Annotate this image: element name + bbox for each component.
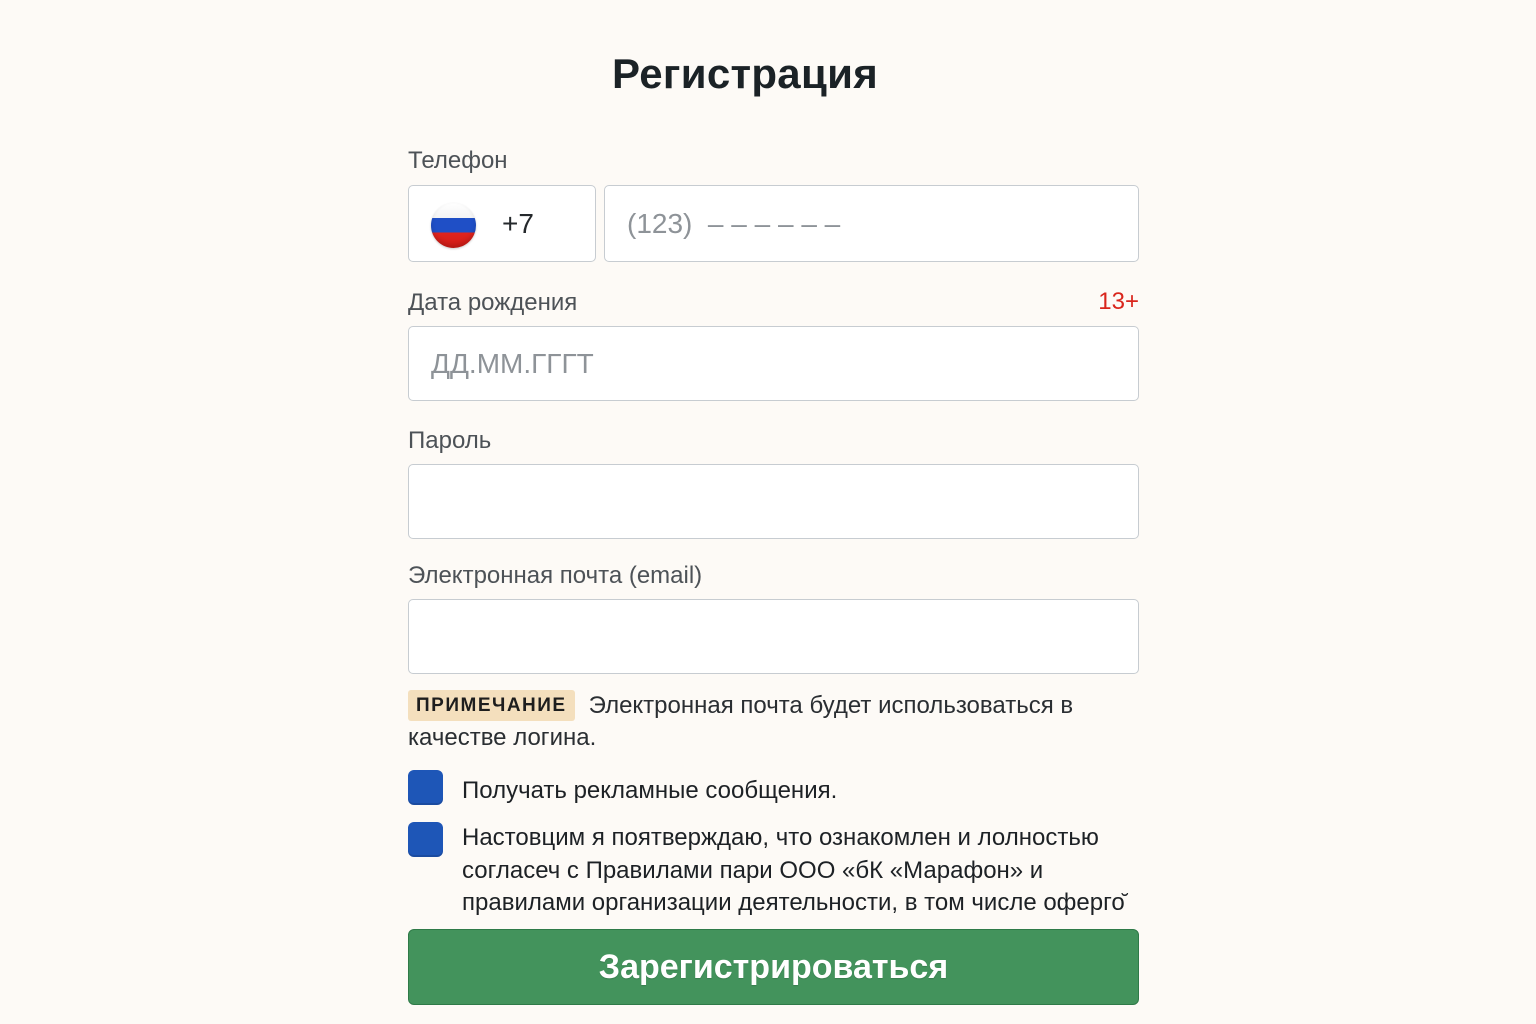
phone-input[interactable] [605,186,1138,261]
page-title: Регистрация [611,50,879,97]
email-input[interactable] [409,600,1138,673]
russia-flag-icon [431,203,476,248]
register-button[interactable]: Зарегистрироваться [408,929,1139,1005]
birthdate-label: Дата рождения [408,289,578,316]
marketing-checkbox-label[interactable]: Получать рекламные сообщения. [462,775,1142,808]
note-tag: ПРИМЕЧАНИЕ [408,690,575,721]
registration-page: Регистрация Телефон +7 Дата рождения 13+… [0,0,1536,1024]
phone-field[interactable] [604,185,1139,262]
password-field[interactable] [408,464,1139,539]
age-restriction-badge: 13+ [1098,288,1139,315]
password-label: Пароль [408,427,492,454]
email-label: Электронная почта (email) [408,562,703,589]
marketing-checkbox[interactable] [408,770,443,805]
terms-checkbox-label[interactable]: Настовцим я поятверждаю, что ознакомлен … [462,822,1142,920]
birthdate-input[interactable] [409,327,1138,400]
email-note: ПРИМЕЧАНИЕ Электронная почта будет исполь… [408,690,1139,754]
terms-checkbox[interactable] [408,822,443,857]
country-code: +7 [502,208,534,239]
phone-label: Телефон [408,147,508,174]
birthdate-field[interactable] [408,326,1139,401]
password-input[interactable] [409,465,1138,538]
email-field[interactable] [408,599,1139,674]
country-code-selector[interactable]: +7 [408,185,596,262]
